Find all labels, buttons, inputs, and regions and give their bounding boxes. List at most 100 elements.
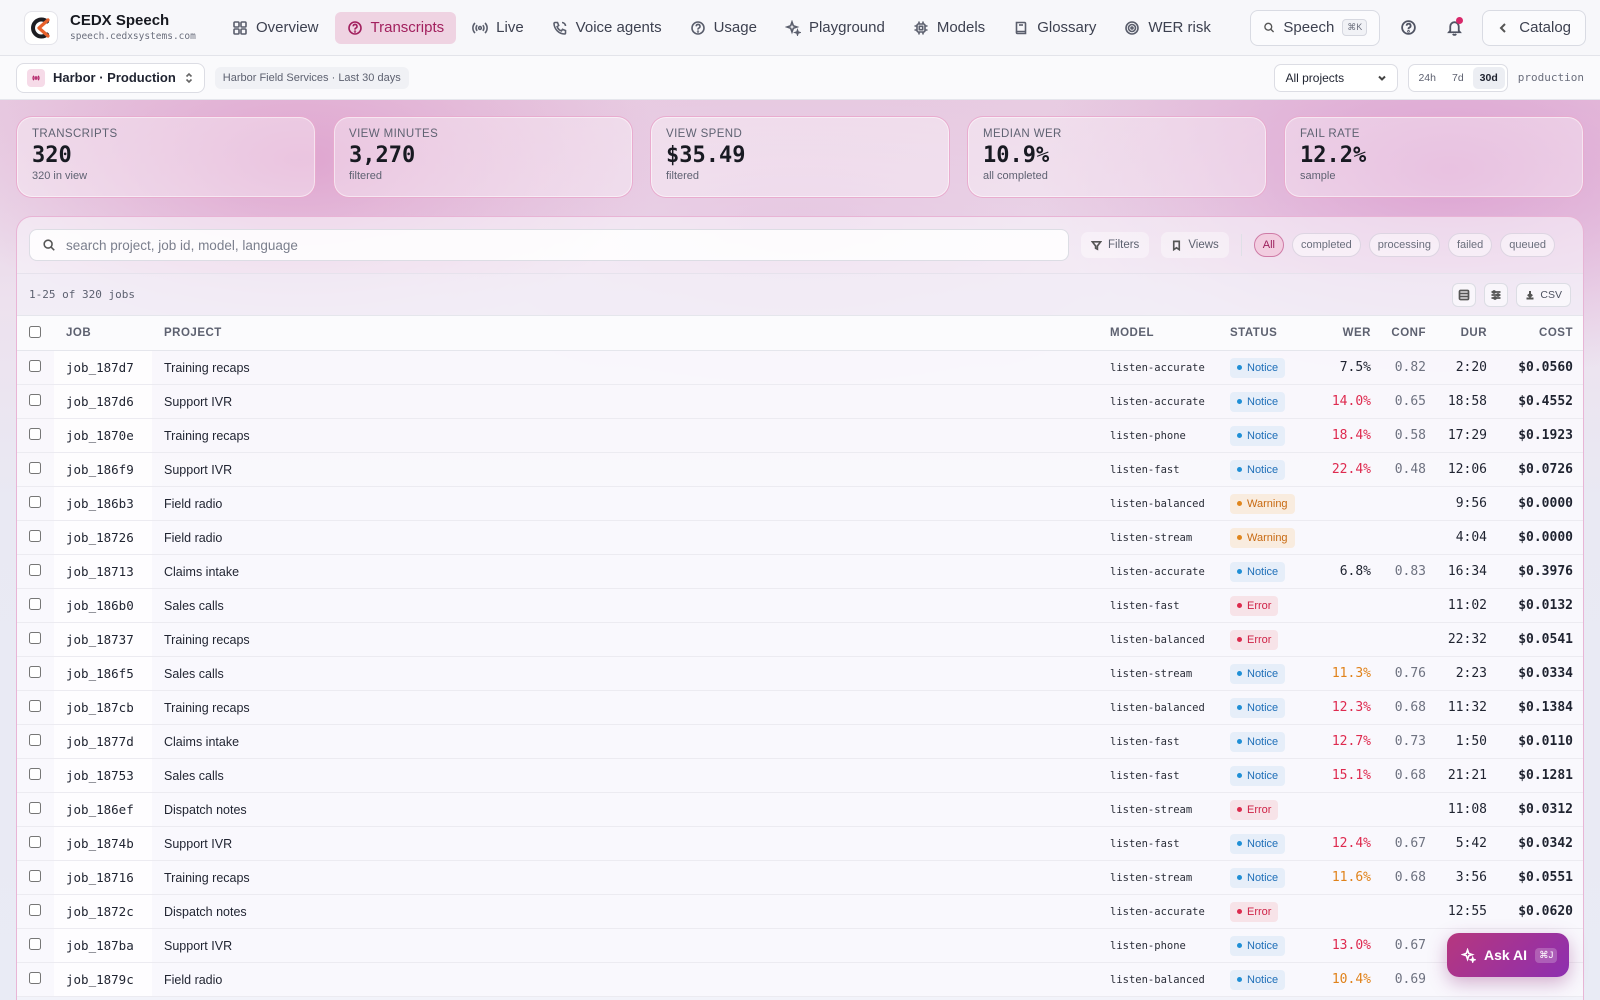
row-checkbox[interactable] <box>29 700 41 712</box>
export-csv-button[interactable]: CSV <box>1516 282 1571 307</box>
range-24h[interactable]: 24h <box>1411 67 1443 89</box>
row-checkbox[interactable] <box>29 904 41 916</box>
table-row[interactable]: job_186f9 Support IVR listen-fast Notice 22.… <box>17 452 1583 487</box>
nav-item-wer-risk[interactable]: WER risk <box>1112 12 1223 44</box>
job-id-cell[interactable]: job_18737 <box>54 623 152 657</box>
job-id-cell[interactable]: job_18753 <box>54 759 152 793</box>
columns-settings-button[interactable] <box>1484 282 1509 307</box>
table-row[interactable]: job_18716 Training recaps listen-stream Not… <box>17 860 1583 895</box>
status-chip-all[interactable]: All <box>1253 233 1285 257</box>
column-header-wer[interactable]: WER <box>1314 316 1371 351</box>
job-id-cell[interactable]: job_187d6 <box>54 385 152 419</box>
table-row[interactable]: job_186b3 Field radio listen-balanced Warni… <box>17 486 1583 521</box>
job-id-cell[interactable]: job_18726 <box>54 521 152 555</box>
nav-item-models[interactable]: Models <box>901 12 997 44</box>
job-id-cell[interactable]: job_187cb <box>54 691 152 725</box>
job-id[interactable]: job_18753 <box>54 759 152 792</box>
table-row[interactable]: job_18713 Claims intake listen-accurate Not… <box>17 554 1583 589</box>
row-checkbox[interactable] <box>29 666 41 678</box>
job-search-input[interactable] <box>66 237 1056 253</box>
environment-switcher[interactable]: Harbor · Production <box>16 62 205 93</box>
table-row[interactable]: job_1872c Dispatch notes listen-accurate Er… <box>17 894 1583 929</box>
table-row[interactable]: job_18753 Sales calls listen-fast Notice 15.… <box>17 758 1583 793</box>
job-id-cell[interactable]: job_1879c <box>54 963 152 997</box>
help-button[interactable] <box>1390 10 1426 46</box>
notifications-button[interactable] <box>1436 10 1472 46</box>
views-button[interactable]: Views <box>1161 232 1229 258</box>
row-checkbox[interactable] <box>29 598 41 610</box>
nav-item-glossary[interactable]: Glossary <box>1001 12 1108 44</box>
brand[interactable]: CEDX Speech speech.cedxsystems.com <box>0 10 220 45</box>
job-id[interactable]: job_187ba <box>54 929 152 962</box>
table-row[interactable]: job_18737 Training recaps listen-balanced E… <box>17 622 1583 657</box>
table-row[interactable]: job_1879c Field radio listen-balanced Notic… <box>17 962 1583 997</box>
job-id[interactable]: job_18737 <box>54 623 152 656</box>
job-id[interactable]: job_1879c <box>54 963 152 996</box>
row-checkbox[interactable] <box>29 462 41 474</box>
status-chip-queued[interactable]: queued <box>1500 233 1555 257</box>
table-row[interactable]: job_187d7 Training recaps listen-accurate N… <box>17 350 1583 385</box>
job-id-cell[interactable]: job_18716 <box>54 861 152 895</box>
row-checkbox[interactable] <box>29 632 41 644</box>
row-checkbox[interactable] <box>29 802 41 814</box>
nav-item-overview[interactable]: Overview <box>220 12 331 44</box>
command-search-button[interactable]: Speech ⌘K <box>1250 9 1381 46</box>
job-id-cell[interactable]: job_1872c <box>54 895 152 929</box>
table-row[interactable]: job_186b0 Sales calls listen-fast Error 11:0… <box>17 588 1583 623</box>
job-id[interactable]: job_18713 <box>54 555 152 588</box>
job-id[interactable]: job_1872c <box>54 895 152 928</box>
table-row[interactable]: job_18726 Field radio listen-stream Warning… <box>17 520 1583 555</box>
nav-item-overflow[interactable] <box>1227 12 1250 44</box>
job-id[interactable]: job_186b3 <box>54 487 152 520</box>
table-row[interactable]: job_187cb Training recaps listen-balanced N… <box>17 690 1583 725</box>
table-row[interactable]: job_187ba Support IVR listen-phone Notice 13… <box>17 928 1583 963</box>
table-row[interactable]: job_187d6 Support IVR listen-accurate Notic… <box>17 384 1583 419</box>
row-checkbox[interactable] <box>29 836 41 848</box>
row-checkbox[interactable] <box>29 564 41 576</box>
row-checkbox[interactable] <box>29 428 41 440</box>
column-header-model[interactable]: MODEL <box>1110 316 1230 351</box>
nav-item-voice-agents[interactable]: Voice agents <box>540 12 674 44</box>
job-search-field[interactable] <box>29 229 1069 261</box>
density-toggle-button[interactable] <box>1452 282 1477 307</box>
job-id[interactable]: job_186f5 <box>54 657 152 690</box>
table-row[interactable]: job_1874b Support IVR listen-fast Notice 12.… <box>17 826 1583 861</box>
job-id-cell[interactable]: job_186f5 <box>54 657 152 691</box>
row-checkbox[interactable] <box>29 360 41 372</box>
job-id[interactable]: job_186b0 <box>54 589 152 622</box>
column-header-dur[interactable]: DUR <box>1426 316 1487 351</box>
job-id-cell[interactable]: job_186b3 <box>54 487 152 521</box>
column-header-conf[interactable]: CONF <box>1371 316 1426 351</box>
job-id-cell[interactable]: job_186ef <box>54 793 152 827</box>
nav-item-transcripts[interactable]: Transcripts <box>334 11 457 44</box>
row-checkbox[interactable] <box>29 734 41 746</box>
select-all-checkbox[interactable] <box>29 325 41 338</box>
catalog-button[interactable]: Catalog <box>1482 9 1586 46</box>
job-id[interactable]: job_1870e <box>54 419 152 452</box>
row-checkbox[interactable] <box>29 530 41 542</box>
job-id[interactable]: job_18716 <box>54 861 152 894</box>
row-checkbox[interactable] <box>29 870 41 882</box>
column-header-status[interactable]: STATUS <box>1230 316 1314 351</box>
range-30d[interactable]: 30d <box>1472 66 1505 89</box>
job-id[interactable]: job_18726 <box>54 521 152 554</box>
status-chip-processing[interactable]: processing <box>1368 233 1440 257</box>
ask-ai-button[interactable]: Ask AI ⌘J <box>1447 933 1570 977</box>
job-id[interactable]: job_186f9 <box>54 453 152 486</box>
column-header-job[interactable]: JOB <box>54 316 152 351</box>
job-id-cell[interactable]: job_186f9 <box>54 453 152 487</box>
job-id[interactable]: job_186ef <box>54 793 152 826</box>
job-id[interactable]: job_187d7 <box>54 351 152 384</box>
range-7d[interactable]: 7d <box>1445 67 1471 89</box>
job-id-cell[interactable]: job_1877d <box>54 725 152 759</box>
nav-item-usage[interactable]: Usage <box>678 12 769 44</box>
status-chip-completed[interactable]: completed <box>1292 233 1361 257</box>
table-row[interactable]: job_186ef Dispatch notes listen-stream Erro… <box>17 792 1583 827</box>
table-row[interactable]: job_1870e Training recaps listen-phone Noti… <box>17 418 1583 453</box>
job-id-cell[interactable]: job_18713 <box>54 555 152 589</box>
nav-item-live[interactable]: Live <box>460 12 536 44</box>
job-id[interactable]: job_187d6 <box>54 385 152 418</box>
nav-item-playground[interactable]: Playground <box>773 12 897 44</box>
table-row[interactable]: job_1877d Claims intake listen-fast Notice 1… <box>17 724 1583 759</box>
job-id[interactable]: job_1874b <box>54 827 152 860</box>
